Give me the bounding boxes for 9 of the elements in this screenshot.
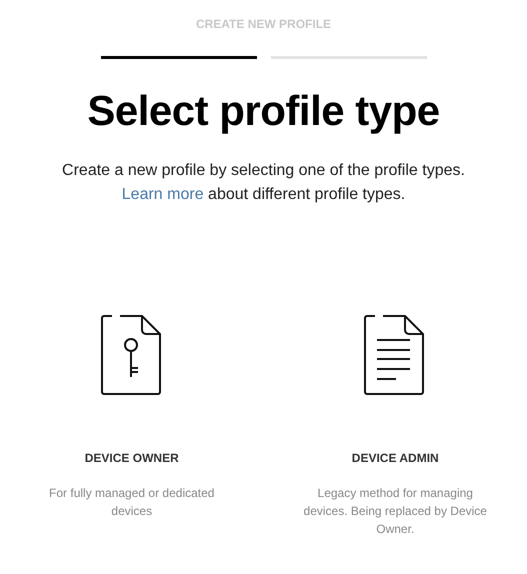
profile-type-description: Legacy method for managing devices. Being replaced by Device Owner. (302, 485, 488, 538)
key-document-icon (100, 315, 163, 395)
page-title: Select profile type (87, 86, 440, 136)
profile-type-description: For fully managed or dedicated devices (48, 485, 216, 520)
profile-type-label[interactable]: DEVICE OWNER (84, 449, 179, 467)
intro-text: Create a new profile by selecting one of the profile types. Learn more about different profile types. (62, 161, 465, 205)
document-icon (364, 315, 426, 395)
learn-more-link[interactable]: Learn more (122, 186, 204, 203)
profile-type-label[interactable]: DEVICE ADMIN (352, 449, 439, 467)
